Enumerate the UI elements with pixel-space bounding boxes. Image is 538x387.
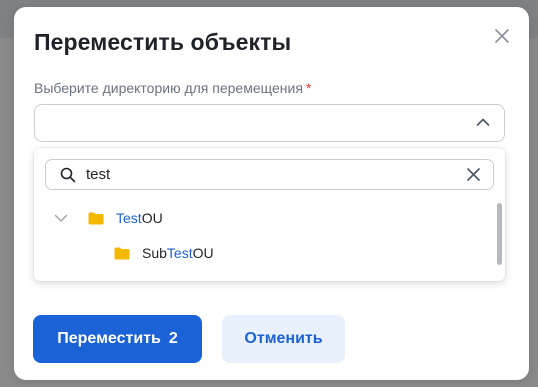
directory-field-label-text: Выберите директорию для перемещения	[34, 80, 303, 96]
required-mark: *	[305, 80, 312, 96]
match-highlight: Test	[166, 245, 193, 261]
label-suffix: OU	[141, 210, 163, 226]
close-icon	[495, 29, 509, 43]
label-prefix: Sub	[142, 245, 167, 261]
dropdown-scrollbar[interactable]	[497, 203, 502, 265]
tree-node-label: TestOU	[116, 210, 163, 226]
move-objects-dialog: Переместить объекты Выберите директорию …	[14, 7, 529, 380]
tree-expander[interactable]	[52, 209, 70, 227]
tree-node-testou[interactable]: TestOU	[52, 204, 163, 232]
close-button[interactable]	[491, 25, 513, 47]
directory-dropdown: test TestOU SubTestOU	[34, 148, 505, 281]
search-icon	[60, 167, 76, 183]
tree-search-input[interactable]: test	[45, 159, 494, 190]
folder-icon	[88, 210, 106, 226]
label-suffix: OU	[192, 245, 214, 261]
chevron-down-icon	[54, 214, 68, 222]
move-button-label: Переместить	[57, 330, 161, 347]
search-value: test	[86, 166, 111, 183]
tree-node-label: SubTestOU	[142, 245, 214, 261]
folder-icon	[114, 245, 132, 261]
move-button[interactable]: Переместить 2	[33, 315, 202, 363]
dialog-title: Переместить объекты	[34, 29, 292, 55]
clear-search-icon[interactable]	[467, 168, 480, 181]
match-highlight: Test	[116, 210, 142, 226]
tree-node-subtestou[interactable]: SubTestOU	[114, 239, 214, 267]
directory-field-label: Выберите директорию для перемещения *	[34, 80, 311, 96]
cancel-button[interactable]: Отменить	[222, 315, 345, 363]
chevron-up-icon	[476, 118, 490, 126]
directory-select[interactable]	[34, 104, 505, 142]
move-count-badge: 2	[168, 330, 178, 347]
